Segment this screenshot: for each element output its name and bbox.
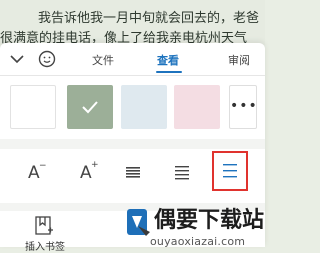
view-settings-panel: 文件 查看 审阅 ••• A − A + 插入书签 偶要下载站 ouyaoxia… [0, 43, 265, 253]
tab-view[interactable]: 查看 [157, 52, 179, 68]
background-swatch-blue[interactable] [121, 85, 167, 129]
background-swatch-pink[interactable] [174, 85, 220, 129]
bookmark-icon[interactable] [33, 215, 55, 237]
watermark-title: 偶要下载站 [154, 208, 265, 233]
more-swatches-button[interactable]: ••• [229, 85, 257, 129]
font-size-icon: A [80, 163, 92, 183]
chevron-down-icon[interactable] [9, 52, 25, 66]
increase-font-button[interactable]: A + [74, 157, 104, 187]
font-size-icon: A [28, 163, 40, 183]
plus-icon: + [91, 160, 99, 170]
decrease-font-button[interactable]: A − [22, 157, 52, 187]
emoji-icon[interactable] [38, 50, 56, 68]
line-spacing-compact-icon[interactable] [118, 157, 148, 187]
document-view: 我告诉他我一月中旬就会回去的，老爸 很满意的挂电话，像上了给我亲电杭州天气 [0, 0, 265, 45]
watermark-url: ouyaoxiazai.com [150, 235, 246, 248]
background-swatch-white[interactable] [10, 85, 56, 129]
tab-file[interactable]: 文件 [92, 52, 114, 68]
check-icon [82, 101, 98, 114]
minus-icon: − [39, 161, 47, 171]
insert-bookmark-label[interactable]: 插入书签 [25, 238, 65, 253]
more-icon: ••• [230, 98, 258, 114]
active-tab-indicator [156, 71, 182, 73]
document-text-line: 我告诉他我一月中旬就会回去的，老爸 [38, 11, 260, 26]
line-spacing-wide-button[interactable] [212, 151, 248, 191]
toolbar-tabs: 文件 查看 审阅 [0, 43, 265, 76]
divider [0, 139, 265, 149]
background-swatch-green[interactable] [67, 85, 113, 129]
line-spacing-wide-icon [223, 164, 237, 178]
line-spacing-normal-icon[interactable] [167, 157, 197, 187]
tab-review[interactable]: 审阅 [228, 52, 250, 68]
